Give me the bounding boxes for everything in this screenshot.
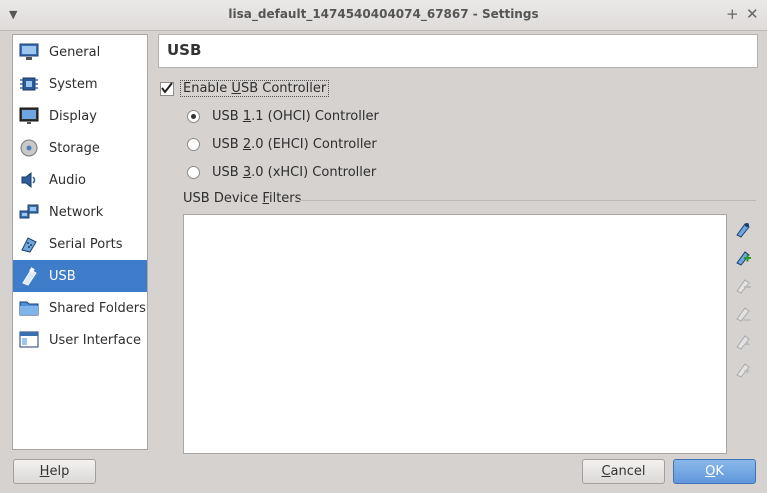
page-header: USB [158, 34, 758, 68]
display-icon [18, 105, 40, 127]
sidebar-item-shared-folders[interactable]: Shared Folders [13, 292, 147, 324]
enable-usb-checkbox[interactable]: Enable USB Controller [160, 80, 330, 97]
sidebar-item-display[interactable]: Display [13, 100, 147, 132]
help-button-label: Help [39, 464, 70, 479]
filter-edit-icon[interactable] [733, 219, 753, 239]
sidebar-item-audio[interactable]: Audio [13, 164, 147, 196]
section-divider [298, 200, 756, 201]
radio-label: USB 2.0 (EHCI) Controller [212, 137, 377, 152]
sidebar-item-label: User Interface [49, 332, 141, 348]
filter-add-icon[interactable] [733, 247, 753, 267]
filter-remove-icon [733, 275, 753, 295]
sidebar-item-label: Shared Folders [49, 300, 146, 316]
settings-sidebar: General System Display Storage Audio Net… [12, 34, 148, 450]
radio-label: USB 3.0 (xHCI) Controller [212, 165, 377, 180]
sidebar-item-label: Storage [49, 140, 100, 156]
window-title: lisa_default_1474540404074_67867 - Setti… [228, 7, 539, 21]
serial-port-icon [18, 233, 40, 255]
radio-usb-3-0[interactable]: USB 3.0 (xHCI) Controller [187, 165, 376, 180]
monitor-icon [18, 41, 40, 63]
page-title: USB [167, 41, 202, 59]
speaker-icon [18, 169, 40, 191]
sidebar-item-serial-ports[interactable]: Serial Ports [13, 228, 147, 260]
radio-button-checked[interactable] [187, 110, 200, 123]
checkbox-box[interactable] [160, 81, 174, 96]
radio-usb-1-1[interactable]: USB 1.1 (OHCI) Controller [187, 109, 379, 124]
enable-usb-label: Enable USB Controller [180, 80, 330, 97]
plus-icon[interactable]: + [726, 5, 739, 23]
sidebar-item-user-interface[interactable]: User Interface [13, 324, 147, 356]
close-icon[interactable]: ✕ [746, 5, 759, 23]
sidebar-item-label: General [49, 44, 101, 60]
folder-icon [18, 297, 40, 319]
cancel-button-label: Cancel [601, 464, 646, 479]
network-icon [18, 201, 40, 223]
disk-icon [18, 137, 40, 159]
sidebar-item-storage[interactable]: Storage [13, 132, 147, 164]
radio-button[interactable] [187, 138, 200, 151]
usb-filters-list[interactable] [183, 214, 727, 454]
ok-button[interactable]: OK [673, 459, 756, 484]
sidebar-item-label: Network [49, 204, 104, 220]
radio-label: USB 1.1 (OHCI) Controller [212, 109, 379, 124]
usb-icon [18, 265, 40, 287]
chip-icon [18, 73, 40, 95]
sidebar-item-label: Serial Ports [49, 236, 123, 252]
window-icon [18, 329, 40, 351]
sidebar-item-network[interactable]: Network [13, 196, 147, 228]
sidebar-item-system[interactable]: System [13, 68, 147, 100]
sidebar-item-label: System [49, 76, 98, 92]
cancel-button[interactable]: Cancel [582, 459, 665, 484]
sidebar-item-general[interactable]: General [13, 36, 147, 68]
sidebar-item-label: Display [49, 108, 97, 124]
filter-edit-disabled-icon [733, 303, 753, 323]
sidebar-item-label: Audio [49, 172, 86, 188]
filter-move-up-icon [733, 331, 753, 351]
sidebar-item-label: USB [49, 268, 76, 284]
sidebar-item-usb[interactable]: USB [13, 260, 147, 292]
usb-device-filters-label: USB Device Filters [183, 191, 302, 206]
radio-usb-2-0[interactable]: USB 2.0 (EHCI) Controller [187, 137, 377, 152]
ok-button-label: OK [705, 464, 724, 479]
filter-move-down-icon [733, 359, 753, 379]
radio-button[interactable] [187, 166, 200, 179]
help-button[interactable]: Help [13, 459, 96, 484]
title-bar: ▼ lisa_default_1474540404074_67867 - Set… [0, 0, 767, 31]
